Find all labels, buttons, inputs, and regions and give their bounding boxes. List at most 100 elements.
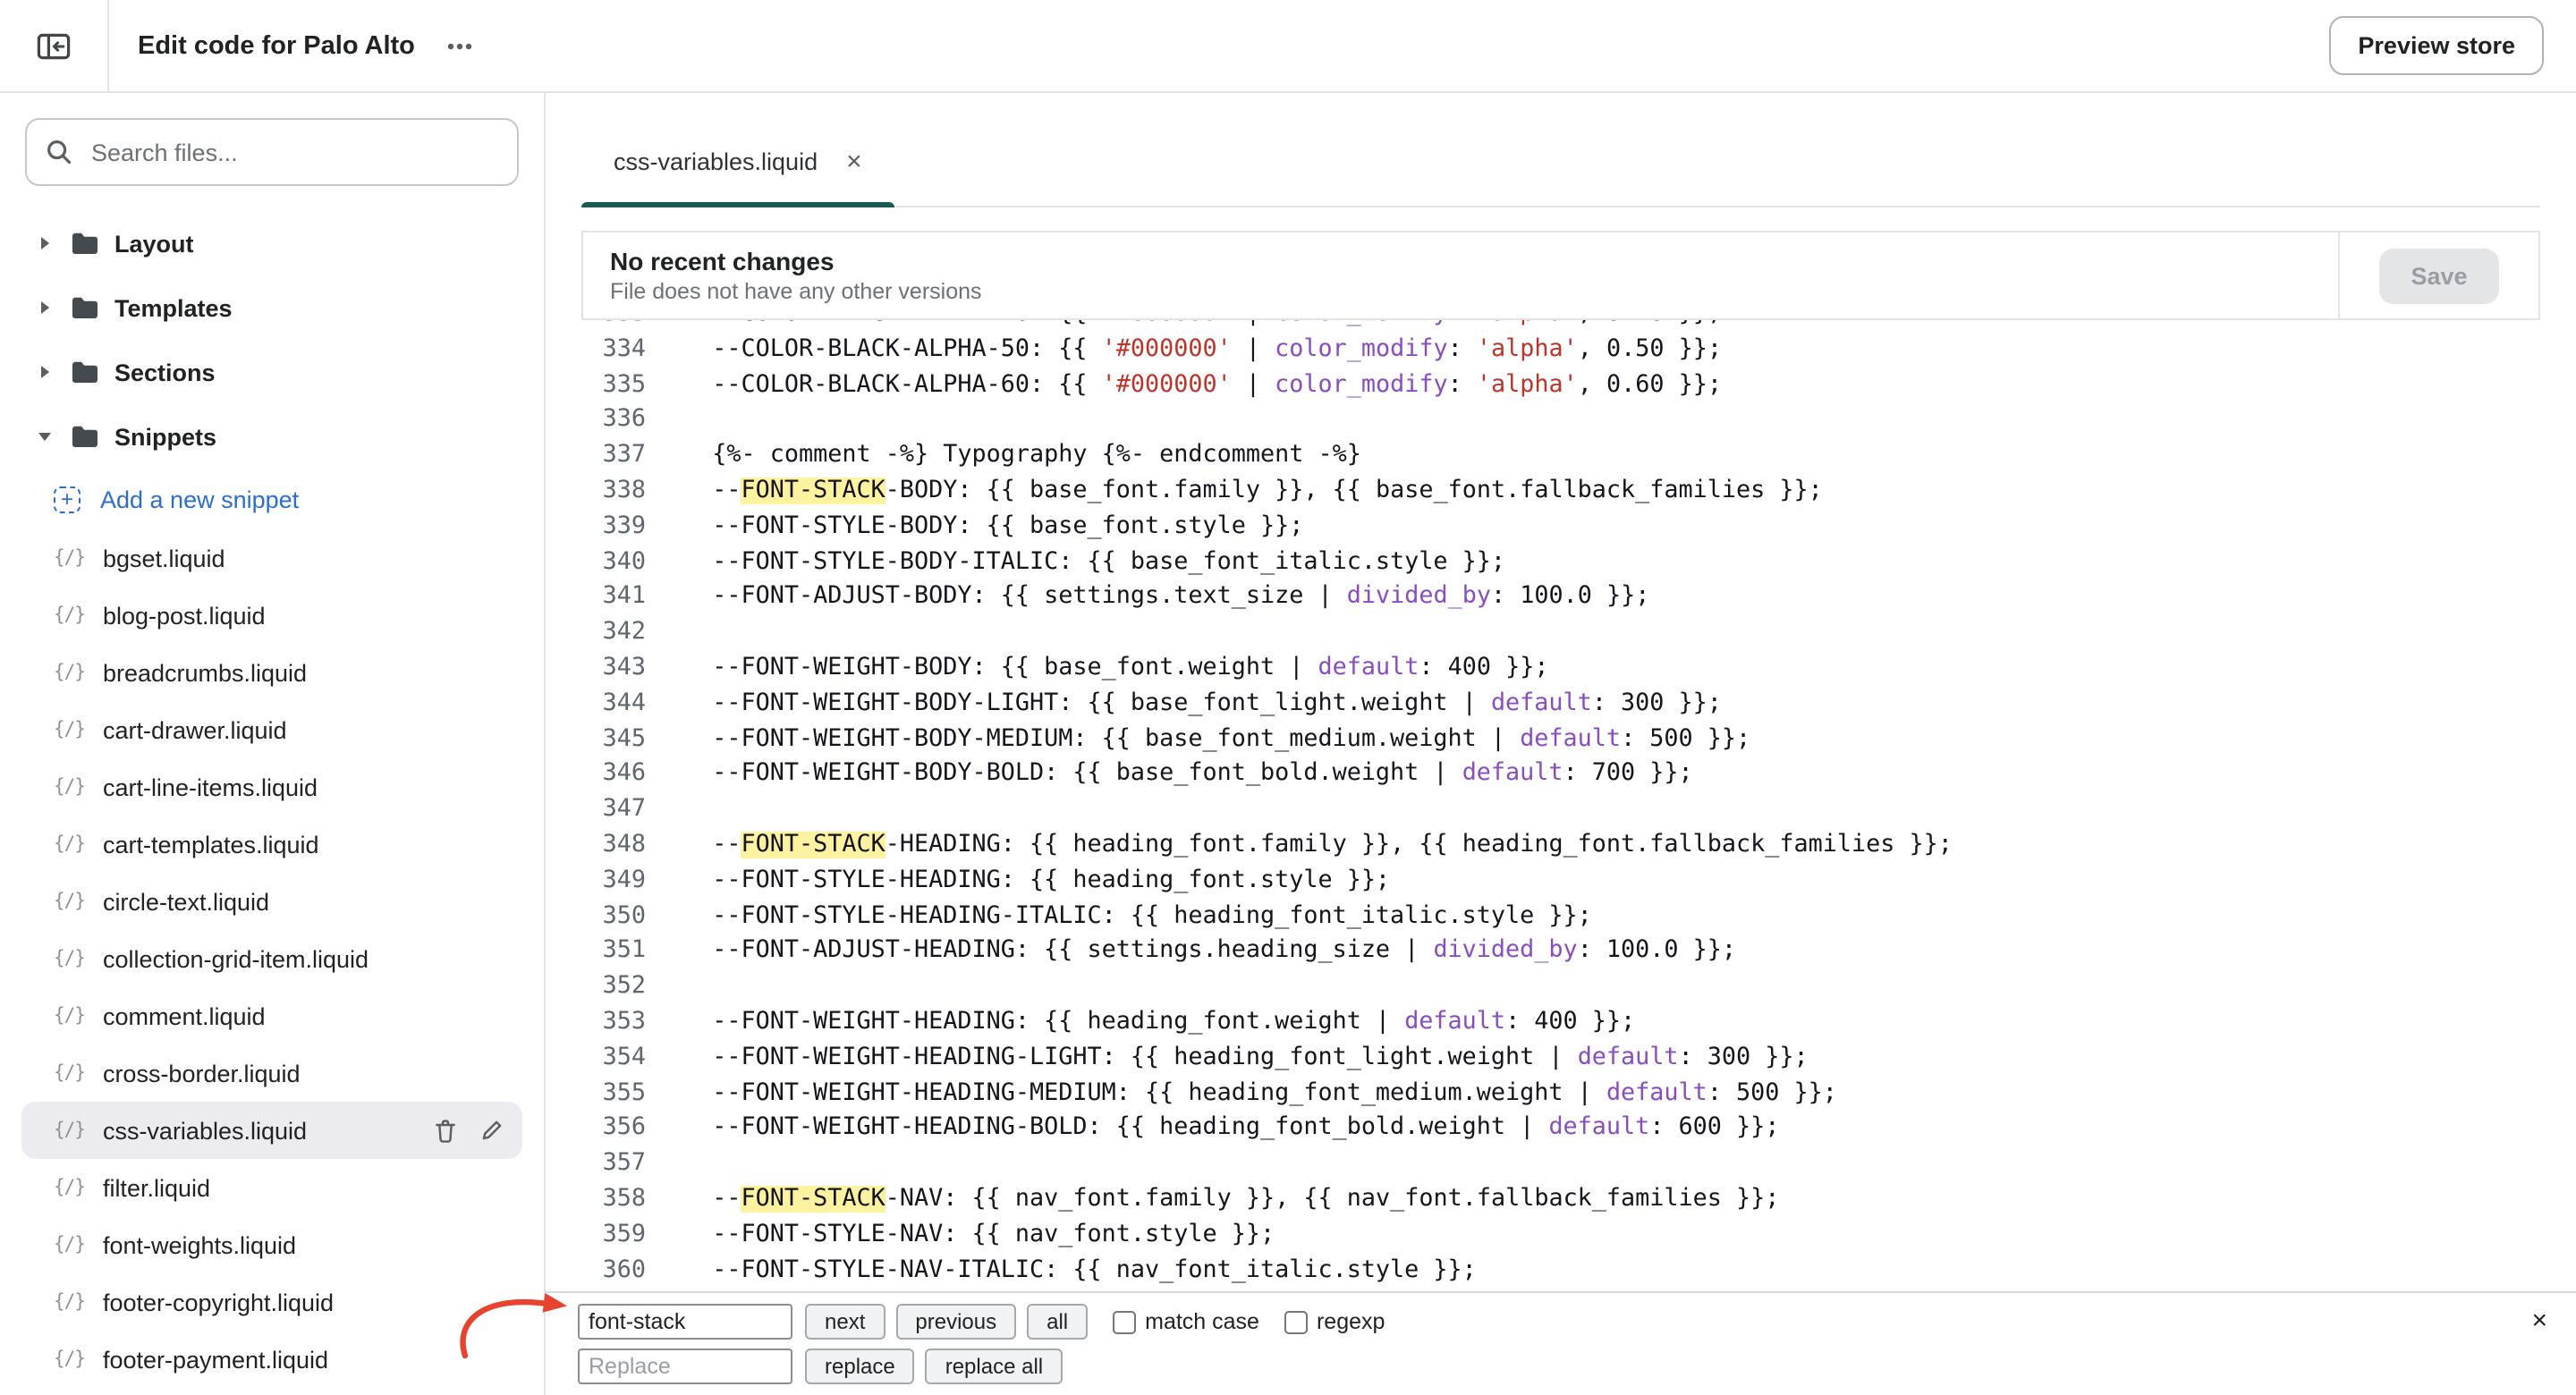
liquid-file-icon: {/} bbox=[54, 1120, 85, 1141]
code-text: --FONT-WEIGHT-HEADING-BOLD: {{ heading_f… bbox=[683, 1112, 1779, 1147]
file-item-cross-border-liquid[interactable]: {/}cross-border.liquid bbox=[21, 1044, 522, 1102]
file-item-partial[interactable]: {/} bbox=[21, 1388, 522, 1395]
file-item-cart-drawer-liquid[interactable]: {/} cart-drawer.liquid bbox=[21, 701, 522, 758]
search-match-highlight: FONT-STACK bbox=[741, 478, 886, 504]
tab-label: css-variables.liquid bbox=[614, 148, 818, 174]
add-new-snippet-button[interactable]: + Add a new snippet bbox=[0, 469, 544, 529]
folder-snippets[interactable]: Snippets bbox=[0, 404, 544, 469]
find-previous-button[interactable]: previous bbox=[895, 1304, 1016, 1340]
file-name: cart-drawer.liquid bbox=[103, 716, 287, 743]
search-match-highlight: FONT-STACK bbox=[741, 832, 886, 858]
line-number: 359 bbox=[571, 1217, 646, 1253]
close-find-icon[interactable]: × bbox=[2531, 1307, 2547, 1334]
code-line: 355 --FONT-WEIGHT-HEADING-MEDIUM: {{ hea… bbox=[571, 1076, 2576, 1112]
file-item-font-weights-liquid[interactable]: {/}font-weights.liquid bbox=[21, 1216, 522, 1273]
tab-css-variables-liquid[interactable]: css-variables.liquid × bbox=[581, 116, 894, 206]
file-item-footer-copyright-liquid[interactable]: {/}footer-copyright.liquid bbox=[21, 1273, 522, 1331]
folder-templates[interactable]: Templates bbox=[0, 275, 544, 340]
code-lines: 333 --COLOR-BLACK-ALPHA-40: {{ '#000000'… bbox=[571, 320, 2576, 1289]
liquid-file-icon: {/} bbox=[54, 1062, 85, 1084]
code-text: --FONT-WEIGHT-HEADING-MEDIUM: {{ heading… bbox=[683, 1076, 1837, 1112]
line-number: 337 bbox=[571, 438, 646, 474]
file-item-collection-grid-item-liquid[interactable]: {/}collection-grid-item.liquid bbox=[21, 930, 522, 987]
status-title: No recent changes bbox=[610, 247, 2338, 275]
code-line: 336 bbox=[571, 403, 2576, 439]
file-item-css-variables-liquid[interactable]: {/}css-variables.liquid bbox=[21, 1102, 522, 1159]
code-text: --FONT-STACK-HEADING: {{ heading_font.fa… bbox=[683, 828, 1953, 864]
replace-input[interactable] bbox=[578, 1348, 792, 1384]
replace-row: replace replace all bbox=[578, 1347, 2544, 1386]
preview-store-button[interactable]: Preview store bbox=[2329, 16, 2544, 75]
line-number: 343 bbox=[571, 651, 646, 687]
code-text: --COLOR-BLACK-ALPHA-40: {{ '#000000' | c… bbox=[683, 320, 1722, 333]
match-case-checkbox[interactable] bbox=[1113, 1310, 1136, 1333]
code-text: --FONT-WEIGHT-HEADING: {{ heading_font.w… bbox=[683, 1005, 1635, 1041]
find-all-button[interactable]: all bbox=[1027, 1304, 1088, 1340]
code-text: --FONT-STYLE-BODY: {{ base_font.style }}… bbox=[683, 510, 1303, 545]
liquid-file-icon: {/} bbox=[54, 833, 85, 855]
file-name: footer-payment.liquid bbox=[103, 1346, 328, 1373]
line-number: 346 bbox=[571, 757, 646, 793]
search-files-input[interactable] bbox=[25, 118, 519, 186]
line-number: 333 bbox=[571, 320, 646, 333]
file-name: comment.liquid bbox=[103, 1002, 266, 1029]
folder-sections[interactable]: Sections bbox=[0, 340, 544, 404]
code-text: --FONT-STYLE-NAV-ITALIC: {{ nav_font_ita… bbox=[683, 1253, 1477, 1289]
folder-layout[interactable]: Layout bbox=[0, 211, 544, 275]
code-editor-area[interactable]: 333 --COLOR-BLACK-ALPHA-40: {{ '#000000'… bbox=[546, 320, 2576, 1291]
file-name: font-weights.liquid bbox=[103, 1231, 296, 1258]
code-editor-app: Edit code for Palo Alto Preview store bbox=[0, 0, 2576, 1395]
code-text: --FONT-STYLE-BODY-ITALIC: {{ base_font_i… bbox=[683, 545, 1505, 580]
liquid-file-icon: {/} bbox=[54, 547, 85, 569]
file-item-bgset-liquid[interactable]: {/}bgset.liquid bbox=[21, 529, 522, 587]
add-snippet-label: Add a new snippet bbox=[100, 486, 299, 512]
line-number: 358 bbox=[571, 1182, 646, 1218]
code-text: --FONT-ADJUST-HEADING: {{ settings.headi… bbox=[683, 934, 1736, 970]
code-line: 348 --FONT-STACK-HEADING: {{ heading_fon… bbox=[571, 828, 2576, 864]
find-next-button[interactable]: next bbox=[805, 1304, 885, 1340]
more-actions-button[interactable] bbox=[436, 22, 483, 69]
delete-file-icon[interactable] bbox=[433, 1117, 458, 1144]
find-replace-bar: next previous all match case regexp × re… bbox=[546, 1291, 2576, 1395]
collapse-sidebar-button[interactable] bbox=[29, 21, 79, 71]
replace-all-button[interactable]: replace all bbox=[926, 1348, 1063, 1384]
code-text: --FONT-WEIGHT-BODY-BOLD: {{ base_font_bo… bbox=[683, 757, 1693, 793]
liquid-file-icon: {/} bbox=[54, 1177, 85, 1198]
file-tree: Layout Templates Sections Snippets bbox=[0, 200, 544, 1395]
file-name: cart-line-items.liquid bbox=[103, 774, 318, 800]
file-name: blog-post.liquid bbox=[103, 602, 266, 629]
code-text: --FONT-WEIGHT-HEADING-LIGHT: {{ heading_… bbox=[683, 1040, 1809, 1076]
liquid-file-icon: {/} bbox=[54, 891, 85, 912]
code-line: 359 --FONT-STYLE-NAV: {{ nav_font.style … bbox=[571, 1217, 2576, 1253]
code-line: 351 --FONT-ADJUST-HEADING: {{ settings.h… bbox=[571, 934, 2576, 970]
file-item-breadcrumbs-liquid[interactable]: {/}breadcrumbs.liquid bbox=[21, 644, 522, 701]
file-item-cart-templates-liquid[interactable]: {/}cart-templates.liquid bbox=[21, 816, 522, 873]
regexp-checkbox[interactable] bbox=[1284, 1310, 1308, 1333]
search-icon bbox=[45, 138, 73, 166]
code-text: --FONT-STYLE-NAV: {{ nav_font.style }}; bbox=[683, 1217, 1275, 1253]
file-item-comment-liquid[interactable]: {/}comment.liquid bbox=[21, 987, 522, 1044]
line-number: 336 bbox=[571, 403, 646, 439]
line-number: 351 bbox=[571, 934, 646, 970]
line-number: 357 bbox=[571, 1146, 646, 1182]
code-text: --FONT-WEIGHT-BODY: {{ base_font.weight … bbox=[683, 651, 1548, 687]
code-text: --FONT-STYLE-HEADING: {{ heading_font.st… bbox=[683, 864, 1390, 900]
rename-file-icon[interactable] bbox=[479, 1118, 504, 1143]
version-status-bar: No recent changes File does not have any… bbox=[581, 231, 2540, 320]
code-line: 353 --FONT-WEIGHT-HEADING: {{ heading_fo… bbox=[571, 1005, 2576, 1041]
file-item-filter-liquid[interactable]: {/}filter.liquid bbox=[21, 1159, 522, 1216]
tab-close-icon[interactable]: × bbox=[846, 148, 862, 174]
liquid-file-icon: {/} bbox=[54, 776, 85, 798]
file-item-blog-post-liquid[interactable]: {/}blog-post.liquid bbox=[21, 587, 522, 644]
find-input[interactable] bbox=[578, 1304, 792, 1340]
code-text: --FONT-STYLE-HEADING-ITALIC: {{ heading_… bbox=[683, 899, 1592, 934]
folder-icon bbox=[70, 231, 98, 256]
code-line: 333 --COLOR-BLACK-ALPHA-40: {{ '#000000'… bbox=[571, 320, 2576, 333]
file-item-footer-payment-liquid[interactable]: {/}footer-payment.liquid bbox=[21, 1331, 522, 1388]
save-button[interactable]: Save bbox=[2378, 248, 2499, 303]
replace-button[interactable]: replace bbox=[805, 1348, 915, 1384]
file-list: {/}bgset.liquid{/}blog-post.liquid{/}bre… bbox=[0, 529, 544, 1395]
liquid-file-icon: {/} bbox=[54, 719, 85, 740]
file-item-cart-line-items-liquid[interactable]: {/} cart-line-items.liquid bbox=[21, 758, 522, 816]
file-item-circle-text-liquid[interactable]: {/}circle-text.liquid bbox=[21, 873, 522, 930]
